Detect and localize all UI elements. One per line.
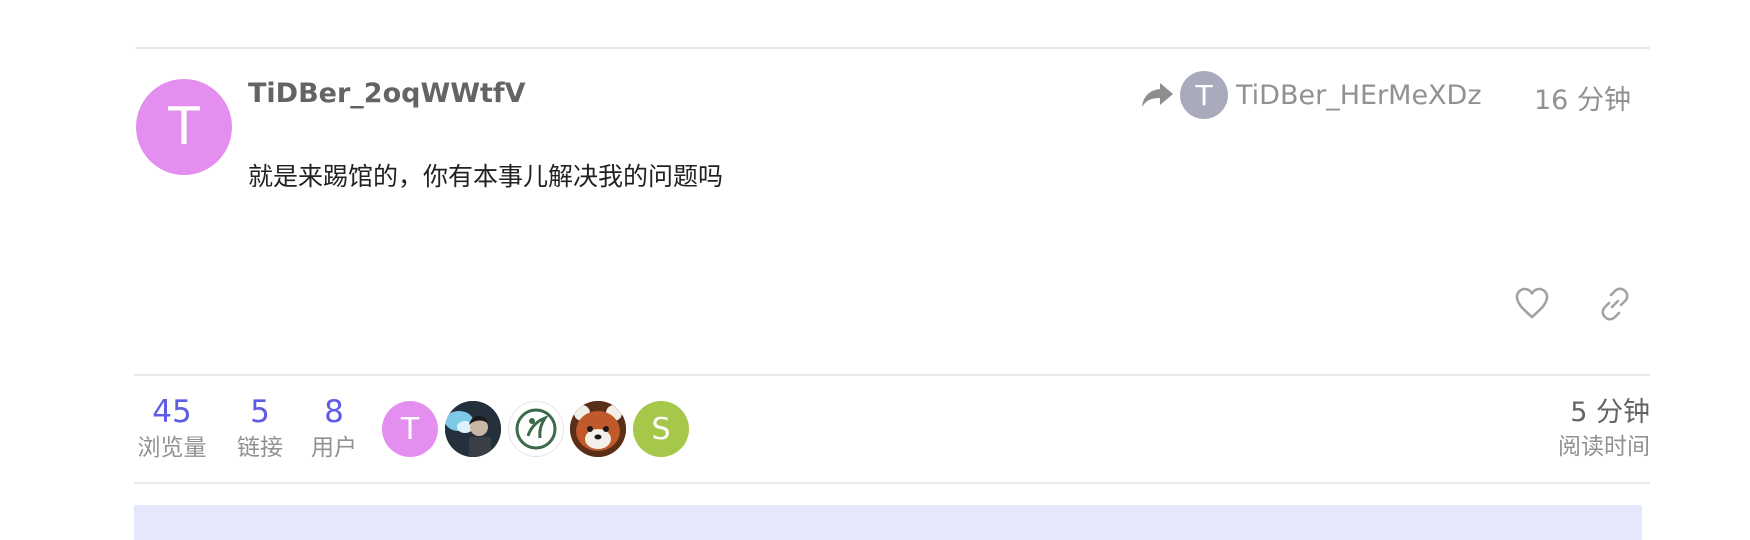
red-panda-avatar[interactable] (570, 401, 626, 457)
views-count: 45 (152, 394, 192, 430)
reply-arrow-icon (1142, 83, 1173, 107)
links-count: 5 (250, 394, 270, 430)
views-label: 浏览量 (137, 435, 207, 461)
link-icon[interactable] (1598, 287, 1632, 321)
person-photo-image (445, 401, 501, 457)
participant-avatar-s[interactable]: S (633, 401, 689, 457)
red-panda-image (570, 401, 626, 457)
footer-bottom-divider (134, 482, 1650, 484)
links-label: 链接 (237, 435, 283, 461)
views-stat[interactable]: 45 浏览量 (132, 392, 212, 464)
post-body: 就是来踢馆的，你有本事儿解决我的问题吗 (248, 162, 724, 191)
links-stat[interactable]: 5 链接 (230, 392, 290, 464)
heart-icon[interactable] (1514, 286, 1550, 320)
reply-to-indicator[interactable]: T TiDBer_HErMeXDz (1140, 69, 1482, 121)
read-time-value: 5 分钟 (1570, 397, 1650, 428)
author-name[interactable]: TiDBer_2oqWWtfV (248, 78, 526, 109)
read-time-label: 阅读时间 (1558, 434, 1650, 460)
users-stat[interactable]: 8 用户 (304, 392, 364, 464)
reply-to-avatar[interactable]: T (1180, 71, 1228, 119)
reply-to-avatar-initial: T (1195, 78, 1213, 112)
users-label: 用户 (311, 435, 357, 461)
top-divider (135, 47, 1650, 49)
reply-to-name[interactable]: TiDBer_HErMeXDz (1236, 80, 1482, 111)
logo-avatar[interactable] (508, 401, 564, 457)
users-count: 8 (324, 394, 344, 430)
bottom-highlight-bar (134, 505, 1642, 540)
person-photo-avatar[interactable] (445, 401, 501, 457)
participant-avatar-t[interactable]: T (382, 401, 438, 457)
participant-avatar-s-initial: S (651, 411, 671, 447)
author-avatar-initial: T (168, 97, 200, 157)
author-avatar[interactable]: T (136, 79, 232, 175)
post-time[interactable]: 16 分钟 (1534, 78, 1631, 117)
read-time-stat: 5 分钟 阅读时间 (1558, 395, 1650, 463)
logo-image (515, 408, 557, 450)
participant-avatar-t-initial: T (400, 411, 420, 447)
footer-top-divider (134, 374, 1650, 376)
